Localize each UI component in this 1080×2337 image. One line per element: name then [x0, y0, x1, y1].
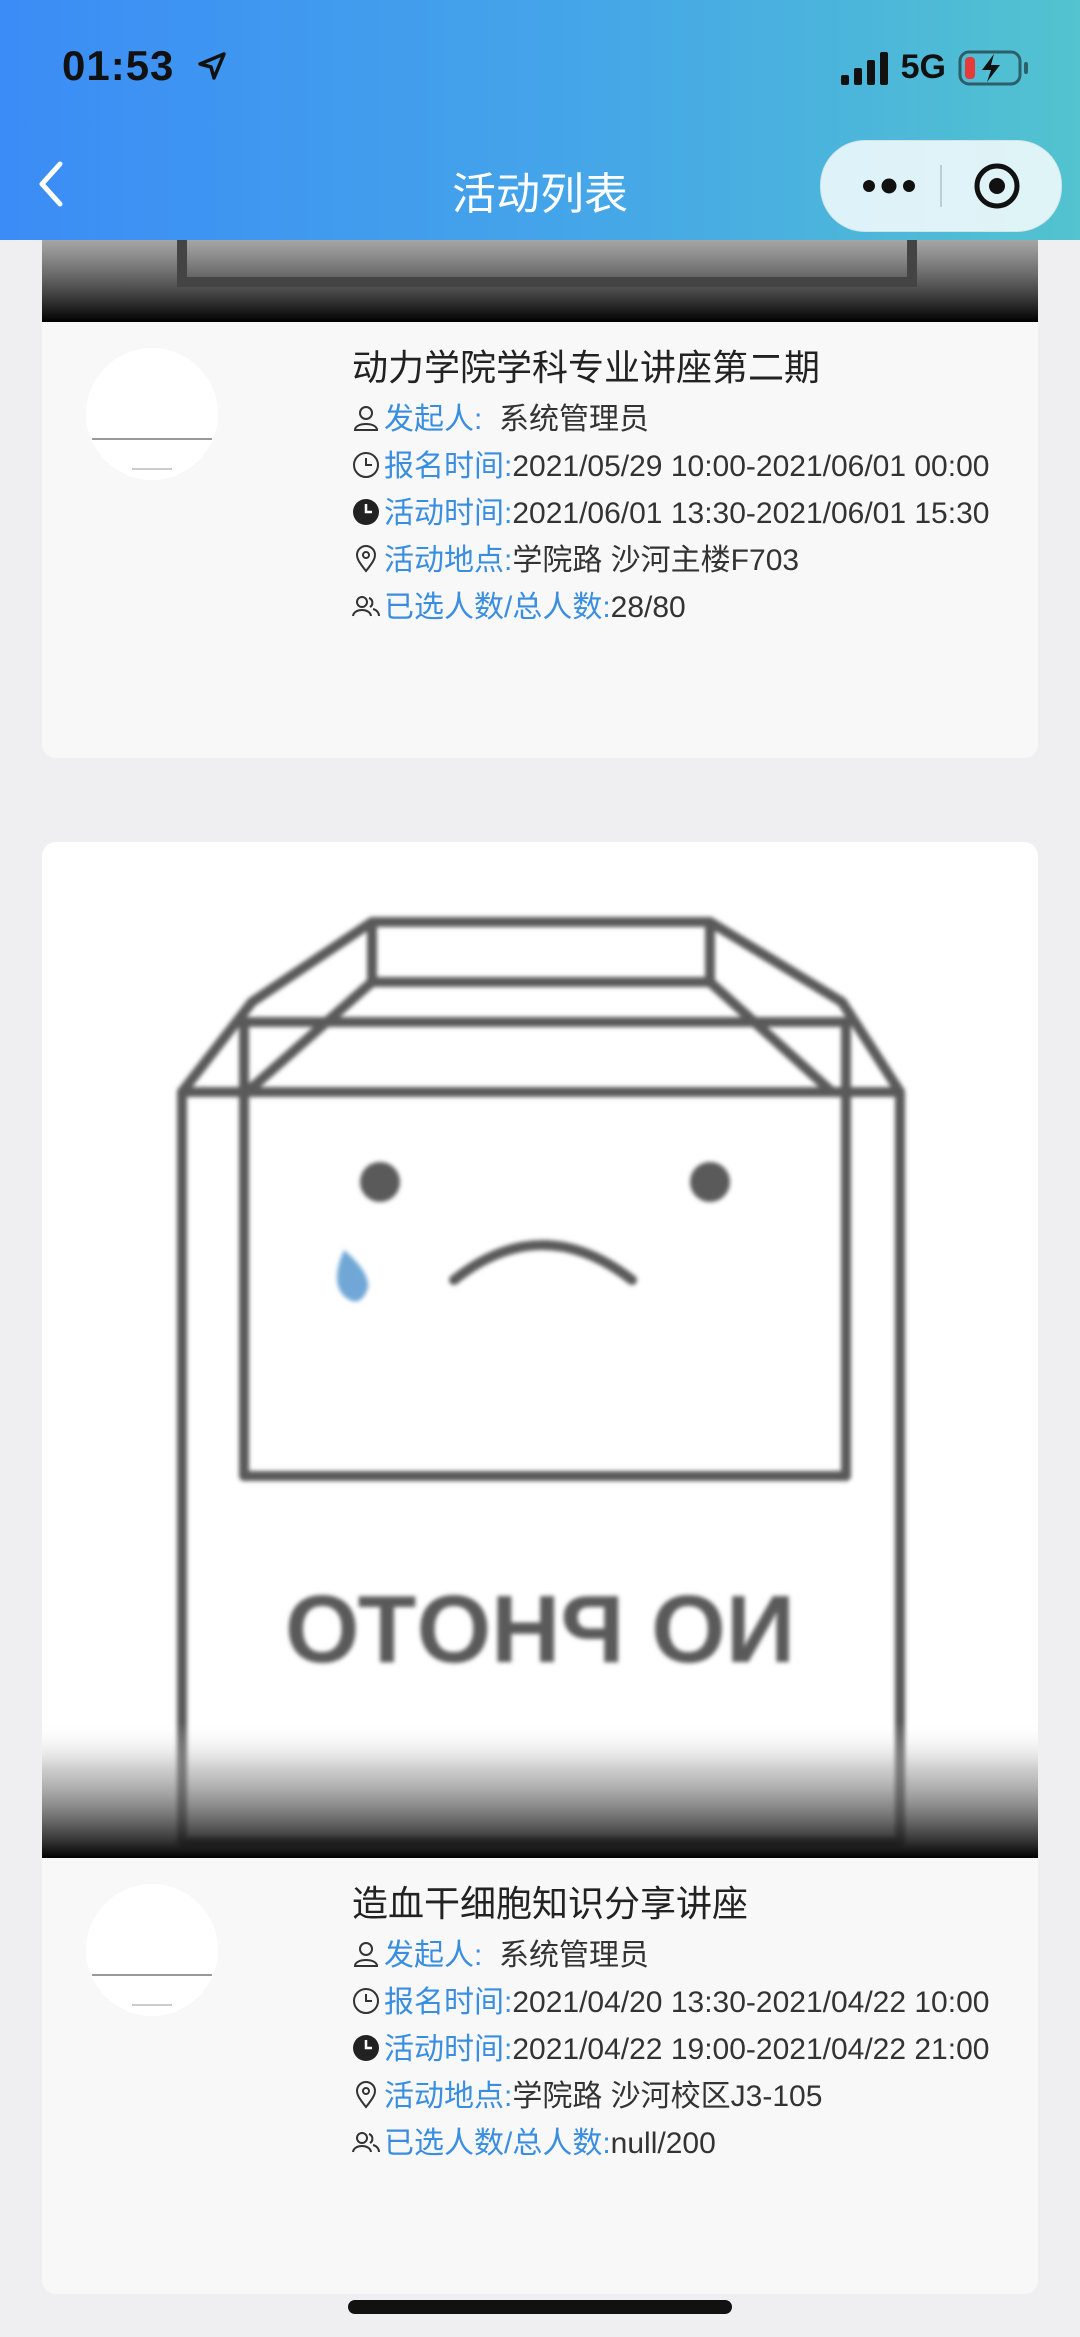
network-type: 5G — [900, 48, 946, 86]
activity-time-row: 活动时间:2021/04/22 19:00-2021/04/22 21:00 — [352, 2026, 1012, 2073]
location-row: 活动地点:学院路 沙河主楼F703 — [352, 537, 1012, 584]
clock-filled-icon — [353, 499, 379, 525]
user-icon — [353, 406, 379, 431]
no-photo-label: NO PHOTO — [285, 1576, 795, 1683]
location-pin-icon — [355, 2081, 377, 2109]
miniprogram-capsule — [820, 140, 1062, 232]
status-time: 01:53 — [62, 42, 175, 89]
organizer-avatar — [86, 1884, 218, 2016]
location-pin-icon — [355, 545, 377, 573]
battery-charging-icon — [958, 50, 1028, 85]
close-miniprogram-button[interactable] — [971, 160, 1023, 212]
no-photo-image: NO PHOTO — [42, 917, 1038, 1858]
activity-title: 动力学院学科专业讲座第二期 — [352, 347, 821, 388]
user-icon — [353, 1942, 379, 1967]
activity-card[interactable]: 造血干细胞知识分享讲座 发起人: 系统管理员 报名时间:2021/04/20 1… — [42, 1858, 1038, 2294]
status-indicators: 5G — [839, 48, 1030, 87]
users-icon — [352, 596, 380, 617]
organizer-avatar — [86, 348, 218, 480]
activity-title: 造血干细胞知识分享讲座 — [352, 1883, 749, 1924]
more-options-button[interactable] — [859, 171, 919, 201]
location-arrow-icon — [198, 52, 226, 80]
clock-outline-icon — [353, 1988, 379, 2014]
activity-time-row: 活动时间:2021/06/01 13:30-2021/06/01 15:30 — [352, 490, 1012, 537]
activity-image[interactable]: NO PHOTO — [42, 842, 1038, 1858]
home-indicator[interactable] — [348, 2300, 732, 2314]
signal-icon — [840, 51, 888, 85]
clock-filled-icon — [353, 2035, 379, 2061]
signup-time-row: 报名时间:2021/04/20 13:30-2021/04/22 10:00 — [352, 1979, 1012, 2026]
capsule-divider — [940, 165, 942, 207]
header: 01:53 5G 活动列表 — [0, 0, 1080, 240]
participant-count-row: 已选人数/总人数:null/200 — [352, 2120, 1012, 2167]
signup-time-row: 报名时间:2021/05/29 10:00-2021/06/01 00:00 — [352, 443, 1012, 490]
participant-count-row: 已选人数/总人数:28/80 — [352, 584, 1012, 631]
organizer-row: 发起人: 系统管理员 — [352, 396, 1012, 443]
location-row: 活动地点:学院路 沙河校区J3-105 — [352, 2073, 1012, 2120]
users-icon — [352, 2132, 380, 2153]
activity-card[interactable]: 动力学院学科专业讲座第二期 发起人: 系统管理员 报名时间:2021/05/29… — [42, 322, 1038, 758]
clock-outline-icon — [353, 452, 379, 478]
organizer-row: 发起人: 系统管理员 — [352, 1932, 1012, 1979]
